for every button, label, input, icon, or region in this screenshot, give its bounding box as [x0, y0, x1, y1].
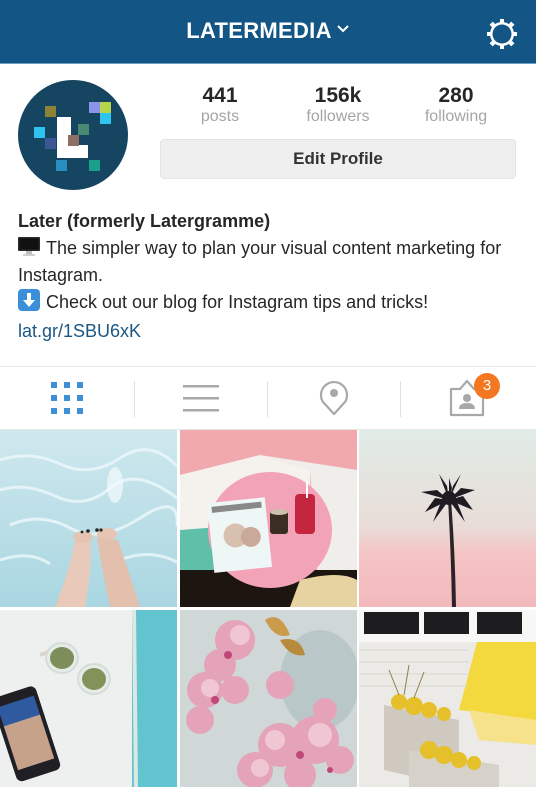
photo-tile[interactable]	[359, 430, 536, 607]
logo-pixel	[100, 113, 111, 124]
logo-pixel	[45, 138, 56, 149]
bio-line-1: The simpler way to plan your visual cont…	[18, 235, 528, 289]
tab-grid-view[interactable]	[0, 367, 134, 429]
followers-count: 156k	[314, 84, 362, 107]
bio-link[interactable]: lat.gr/1SBU6xK	[18, 318, 528, 345]
tab-tagged-photos[interactable]	[400, 367, 534, 429]
location-pin-icon	[319, 381, 349, 416]
photo-pool-feet	[0, 430, 177, 607]
avatar[interactable]	[18, 80, 128, 190]
photo-cherry-blossoms	[180, 610, 357, 787]
photo-tile[interactable]	[359, 610, 536, 787]
logo-pixel	[68, 135, 79, 146]
profile-stats: 441 posts 156k followers 280 following	[160, 84, 516, 128]
profile-name: Later (formerly Latergramme)	[18, 211, 271, 231]
chevron-down-icon	[337, 25, 349, 33]
bio-text-2: Check out our blog for Instagram tips an…	[46, 292, 429, 312]
logo-pixel	[56, 160, 67, 171]
notification-badge: 3	[474, 373, 500, 399]
account-name: LATERMEDIA	[186, 18, 332, 43]
posts-stat[interactable]: 441 posts	[160, 84, 280, 126]
edit-profile-button[interactable]: Edit Profile	[160, 139, 516, 179]
logo-pixel	[78, 124, 89, 135]
photo-tile[interactable]	[0, 610, 177, 787]
followers-label: followers	[306, 108, 370, 125]
profile-bio: Later (formerly Latergramme) The simpler…	[18, 208, 528, 345]
photo-pink-table	[180, 430, 357, 607]
logo-letter-foot	[57, 145, 88, 158]
grid-icon	[51, 382, 83, 414]
photo-sunglasses-phone	[0, 610, 177, 787]
down-arrow-icon	[18, 289, 40, 311]
logo-pixel	[100, 102, 111, 113]
photo-tile[interactable]	[180, 430, 357, 607]
logo-pixel	[89, 160, 100, 171]
photo-tile[interactable]	[180, 610, 357, 787]
following-count: 280	[438, 84, 474, 107]
account-switcher[interactable]: LATERMEDIA	[0, 18, 536, 44]
logo-pixel	[89, 102, 100, 113]
logo-pixel	[34, 127, 45, 138]
posts-label: posts	[200, 108, 240, 125]
tab-list-view[interactable]	[134, 367, 268, 429]
tab-map-view[interactable]	[267, 367, 401, 429]
following-stat[interactable]: 280 following	[396, 84, 516, 126]
list-icon	[183, 385, 219, 412]
desktop-computer-icon	[18, 237, 40, 257]
bio-line-2: Check out our blog for Instagram tips an…	[18, 289, 528, 316]
photo-yellow-planters	[359, 610, 536, 787]
gear-icon[interactable]	[485, 17, 519, 51]
bio-text-1: The simpler way to plan your visual cont…	[18, 238, 502, 285]
photo-tile[interactable]	[0, 430, 177, 607]
photo-grid	[0, 430, 536, 790]
following-label: following	[424, 108, 488, 125]
top-bar: LATERMEDIA	[0, 0, 536, 64]
logo-pixel	[45, 106, 56, 117]
view-tabs	[0, 366, 536, 430]
photo-palm-tree	[359, 430, 536, 607]
posts-count: 441	[202, 84, 238, 107]
followers-stat[interactable]: 156k followers	[278, 84, 398, 126]
